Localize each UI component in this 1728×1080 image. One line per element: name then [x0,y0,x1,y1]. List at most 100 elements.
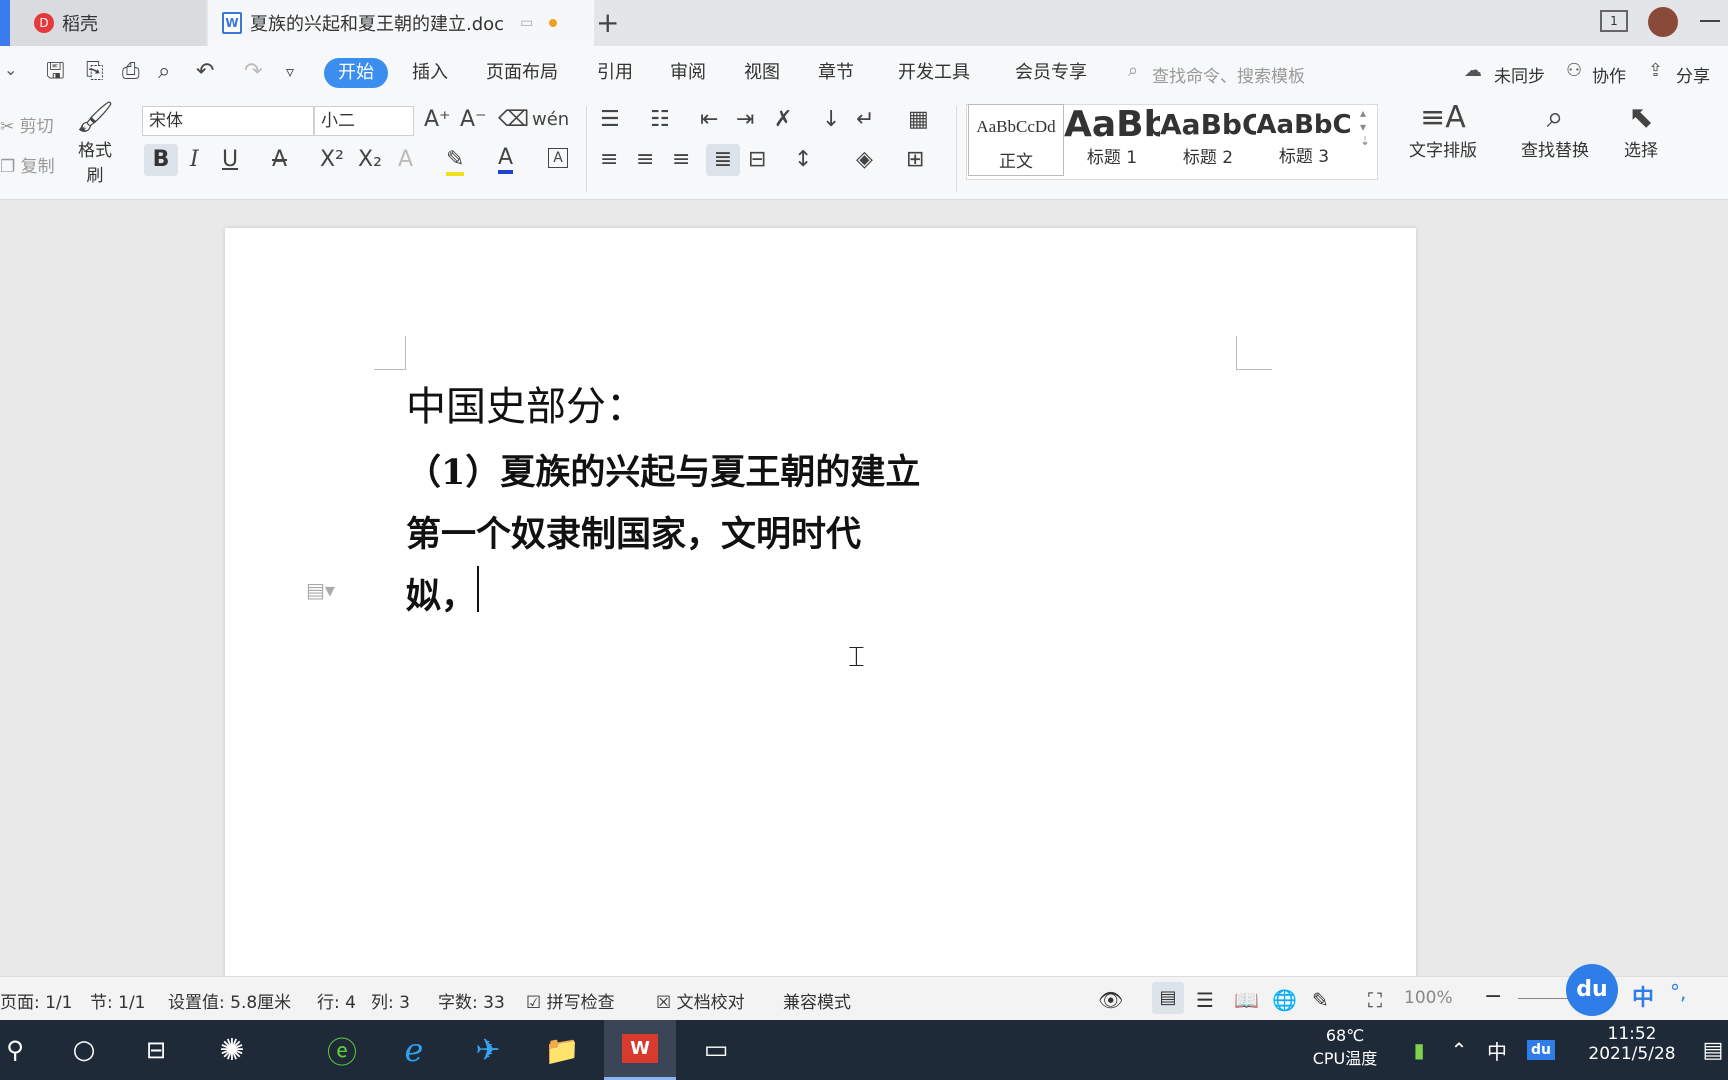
bold-button[interactable]: B [144,144,178,176]
chinese-layout-icon[interactable]: ✗ [774,108,792,132]
subscript-button[interactable]: X₂ [358,148,382,172]
format-icon[interactable]: ⎘ [86,60,104,84]
tab-document[interactable]: W 夏族的兴起和夏王朝的建立.doc ▭ [208,0,594,46]
page-view-icon[interactable]: ▤ [1152,982,1184,1014]
customize-icon[interactable]: ▿ [286,60,294,84]
distribute-icon[interactable]: ⊟ [748,148,766,172]
shading-icon[interactable]: ◈ [856,148,873,172]
outline-view-icon[interactable]: ☰ [1196,988,1214,1012]
cpu-temp-widget[interactable]: 68℃ CPU温度 [1300,1026,1390,1069]
align-center-icon[interactable]: ≡ [636,148,654,172]
wps-writer-taskbar-icon[interactable]: W [604,1020,676,1080]
style-heading3[interactable]: AaBbC 标题 3 [1256,104,1352,176]
increase-indent-icon[interactable]: ⇥ [736,108,754,132]
pinyin-icon[interactable]: wén [532,108,569,132]
search-icon[interactable]: ⚲ [0,1020,30,1080]
font-name-select[interactable]: 宋体 [142,106,314,136]
task-view-icon[interactable]: ⊟ [136,1020,176,1080]
redo-icon[interactable]: ↷ [244,60,262,84]
collab-button[interactable]: 协作 [1592,62,1626,87]
browser-360-icon[interactable]: ⓔ [320,1020,364,1080]
text-layout-button[interactable]: ≡A 文字排版 [1398,103,1488,162]
numbering-icon[interactable]: ☷ [650,108,670,132]
line-spacing-icon[interactable]: ↕ [794,148,812,172]
notification-icon[interactable]: ▤ [1698,1020,1728,1080]
find-replace-button[interactable]: ⌕ 查找替换 [1510,103,1600,162]
cortana-icon[interactable]: ○ [64,1020,104,1080]
doc-heading[interactable]: 中国史部分： [406,374,646,432]
justify-icon[interactable]: ≣ [706,144,740,176]
spell-check-button[interactable]: ☑ 拼写检查 [526,988,615,1013]
write-view-icon[interactable]: ✎ [1312,988,1329,1012]
baidu-ime-icon[interactable]: du [1566,964,1618,1016]
format-painter-button[interactable]: 🖌 格式刷 [70,103,120,187]
font-color-icon[interactable]: A [498,146,514,174]
tab-home[interactable]: 开始 [324,58,388,88]
doc-line[interactable]: （1）夏族的兴起与夏王朝的建立 [406,444,920,495]
fit-page-icon[interactable]: ⛶ [1368,988,1382,1012]
tab-references[interactable]: 引用 [597,58,633,88]
minimize-icon[interactable] [1700,20,1720,22]
new-tab-plus-icon[interactable]: + [596,6,619,39]
eye-protection-icon[interactable]: 👁 [1098,988,1123,1012]
grow-font-icon[interactable]: A⁺ [424,108,451,132]
tab-developer[interactable]: 开发工具 [898,58,970,88]
tab-membership[interactable]: 会员专享 [1015,58,1087,88]
reading-view-icon[interactable]: 📖 [1234,988,1259,1012]
underline-button[interactable]: U [222,148,238,172]
decrease-indent-icon[interactable]: ⇤ [700,108,718,132]
save-icon[interactable]: 🖫 [46,60,65,84]
highlight-icon[interactable]: ✎ [446,148,465,176]
font-size-select[interactable]: 小二 [314,106,414,136]
styles-scroll-icon[interactable]: ▴ ▾ ⇣ [1360,106,1370,148]
ime-zh-icon[interactable]: 中 [1632,980,1654,1012]
sort-icon[interactable]: ↓ [822,108,840,132]
style-heading1[interactable]: AaBb 标题 1 [1064,104,1160,176]
command-search-input[interactable]: 查找命令、搜索模板 [1152,62,1305,87]
tab-review[interactable]: 审阅 [670,58,706,88]
italic-button[interactable]: I [190,148,199,172]
web-view-icon[interactable]: 🌐 [1272,988,1297,1012]
window-count-icon[interactable]: 1 [1600,10,1628,32]
tab-page-layout[interactable]: 页面布局 [486,58,558,88]
text-effect-icon[interactable]: A [398,148,413,172]
style-heading2[interactable]: AaBbC 标题 2 [1160,104,1256,176]
sync-button[interactable]: 未同步 [1494,62,1545,87]
align-left-icon[interactable]: ≡ [600,148,618,172]
tab-chapter[interactable]: 章节 [818,58,854,88]
feishu-icon[interactable]: ✈ [466,1020,510,1080]
tab-view[interactable]: 视图 [744,58,780,88]
bullets-icon[interactable]: ☰ [600,108,620,132]
copy-button[interactable]: ❐ 复制 [0,152,55,177]
select-button[interactable]: ⬉ 选择 [1610,103,1672,162]
share-button[interactable]: 分享 [1676,62,1710,87]
status-words[interactable]: 字数: 33 [438,988,505,1013]
camera-app-icon[interactable]: ▭ [694,1020,738,1080]
ime-punct-icon[interactable]: °, [1670,980,1686,1004]
doc-line[interactable]: 第一个奴隶制国家，文明时代 [406,506,861,557]
undo-icon[interactable]: ↶ [196,60,214,84]
tab-daoke[interactable]: D 稻壳 [0,0,206,46]
print-icon[interactable]: ⎙ [122,60,140,84]
strikethrough-button[interactable]: A [272,148,287,172]
zoom-out-icon[interactable]: − [1484,984,1502,1009]
print-preview-icon[interactable]: ⌕ [158,60,170,84]
status-setting[interactable]: 设置值: 5.8厘米 [168,988,291,1013]
status-page[interactable]: 页面: 1/1 [0,988,73,1013]
battery-icon[interactable]: ▮ [1404,1020,1434,1080]
tray-chevron-icon[interactable]: ⌃ [1444,1020,1474,1080]
doc-line[interactable]: 姒， [406,568,476,619]
tab-insert[interactable]: 插入 [412,58,448,88]
table-lines-icon[interactable]: ▦ [908,108,929,132]
align-right-icon[interactable]: ≡ [672,148,690,172]
pinwheel-app-icon[interactable]: ✺ [210,1020,254,1080]
proofread-button[interactable]: ☒ 文档校对 [656,988,745,1013]
show-marks-icon[interactable]: ↵ [856,108,874,132]
ime-indicator[interactable]: 中 [1480,1020,1514,1080]
superscript-button[interactable]: X² [320,148,344,172]
status-section[interactable]: 节: 1/1 [90,988,146,1013]
shrink-font-icon[interactable]: A⁻ [460,108,487,132]
clear-format-icon[interactable]: ⌫ [498,108,529,132]
baidu-tray-icon[interactable]: du [1524,1020,1558,1080]
border-icon[interactable]: ⊞ [906,148,924,172]
